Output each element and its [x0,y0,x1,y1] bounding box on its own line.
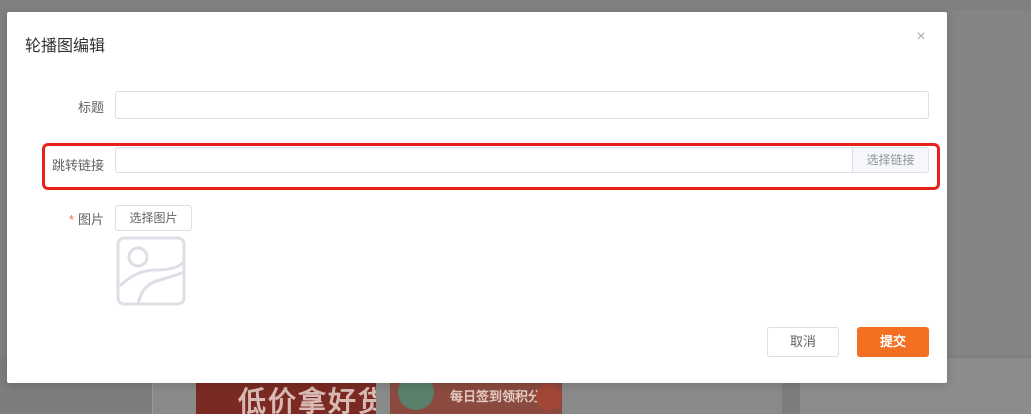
close-icon[interactable]: × [914,29,928,45]
dialog-title: 轮播图编辑 [25,38,106,55]
required-mark: * [68,212,74,227]
background-side-panel [948,10,1031,355]
select-image-button[interactable]: 选择图片 [115,205,192,231]
submit-button[interactable]: 提交 [857,327,929,357]
cancel-button[interactable]: 取消 [767,327,839,357]
background-banner-1-text: 低价拿好货 [238,386,376,414]
image-label: * 图片 [14,209,104,228]
background-banner-2-text: 每日签到领积分 [450,389,542,404]
highlight-annotation-box [42,143,940,190]
image-label-text: 图片 [77,212,104,227]
coin-icon [536,384,562,410]
carousel-edit-dialog: 轮播图编辑 × 标题 跳转链接 选择链接 * 图片 选择图片 取消 提交 [7,12,947,383]
title-label: 标题 [77,100,104,115]
image-placeholder-icon[interactable] [116,236,186,306]
title-input[interactable] [115,91,929,119]
